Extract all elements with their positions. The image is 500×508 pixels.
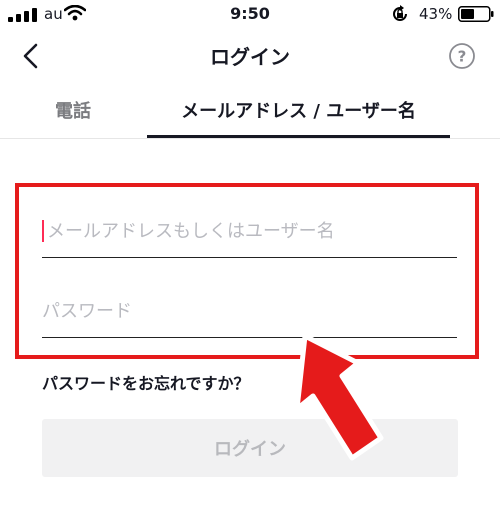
- svg-text:?: ?: [458, 48, 467, 66]
- forgot-password-link[interactable]: パスワードをお忘れですか？: [42, 370, 250, 394]
- login-button[interactable]: ログイン: [42, 419, 458, 477]
- status-bar: au 9:50 43%: [0, 0, 500, 30]
- help-icon[interactable]: ?: [448, 42, 476, 70]
- battery-icon: [458, 6, 494, 22]
- page-title: ログイン: [210, 45, 290, 69]
- battery-percent: 43%: [419, 5, 453, 23]
- annotation-highlight-box: [15, 183, 479, 359]
- rotation-lock-icon: [393, 5, 407, 21]
- tab-phone[interactable]: 電話: [0, 92, 146, 138]
- tab-email-username[interactable]: メールアドレス / ユーザー名: [147, 92, 450, 138]
- login-method-tabs: 電話 メールアドレス / ユーザー名: [0, 92, 500, 139]
